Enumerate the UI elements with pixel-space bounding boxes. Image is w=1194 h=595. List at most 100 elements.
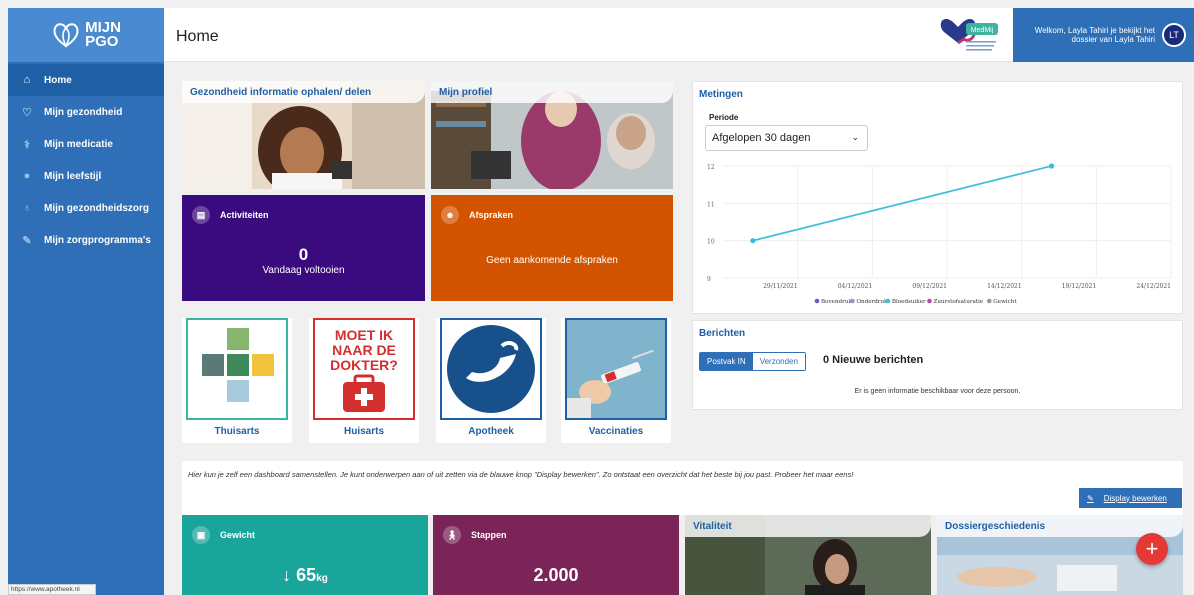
link-label: Huisarts	[343, 426, 384, 437]
x-tick-label: 09/12/2021	[912, 283, 947, 290]
apple-icon: ●	[23, 170, 31, 182]
stethoscope-icon: ♁	[22, 202, 32, 214]
sidebar-item-zorgprogrammas[interactable]: ✎ Mijn zorgprogramma's	[8, 224, 164, 256]
gewicht-value: ↓ 65kg	[182, 565, 428, 586]
info-text: Hier kun je zelf een dashboard samenstel…	[188, 470, 854, 479]
tab-verzonden[interactable]: Verzonden	[752, 353, 805, 370]
legend-label: Onderdruk	[856, 299, 888, 305]
y-tick-label: 9	[707, 276, 711, 283]
sidebar-item-label: Mijn zorgprogramma's	[44, 234, 151, 246]
status-bar-url: https://www.apotheek.nl	[8, 584, 96, 595]
tile-gezondheid-info[interactable]: Gezondheid informatie ophalen/ delen	[182, 81, 425, 189]
afspraken-sub: Geen aankomende afspraken	[486, 255, 618, 266]
legend-label: Gewicht	[993, 299, 1017, 305]
logo-text: MIJN PGO	[85, 20, 121, 50]
message-count: 0 Nieuwe berichten	[823, 354, 924, 366]
home-icon: ⌂	[23, 74, 31, 86]
logo-icon	[53, 23, 79, 48]
display-bewerken-button[interactable]: ✎ Display bewerken	[1079, 488, 1182, 508]
tile-title: Gewicht	[220, 530, 256, 540]
x-tick-label: 29/11/2021	[763, 283, 798, 290]
tile-stappen[interactable]: 🚶︎ Stappen 2.000	[433, 515, 679, 595]
tile-vitaliteit[interactable]: Vitaliteit	[685, 515, 931, 595]
link-label: Vaccinaties	[588, 426, 644, 437]
chevron-down-icon: ⌄	[851, 132, 859, 142]
link-huisarts[interactable]: MOET IK NAAR DE DOKTER? Huisarts	[309, 318, 419, 443]
huisarts-line1: MOET IK	[335, 327, 393, 343]
metingen-panel: Metingen Periode Afgelopen 30 dagen ⌄ 9 1…	[692, 81, 1183, 314]
sidebar-item-gezondheidszorg[interactable]: ♁ Mijn gezondheidszorg	[8, 192, 164, 224]
heart-icon: ♡	[22, 106, 32, 119]
y-tick-label: 11	[707, 201, 715, 208]
legend-swatch	[814, 298, 820, 304]
tile-activiteiten[interactable]: ▤ Activiteiten 0 Vandaag voltooien	[182, 195, 425, 301]
data-point	[1048, 163, 1055, 169]
tab-postvak-in[interactable]: Postvak IN	[700, 353, 753, 370]
tile-caption: Gezondheid informatie ophalen/ delen	[182, 81, 425, 103]
page-title: Home	[176, 28, 219, 45]
program-icon: ✎	[22, 234, 32, 247]
gewicht-number: 65	[296, 565, 317, 585]
app-logo[interactable]: MIJN PGO	[8, 8, 164, 62]
tile-title: Afspraken	[469, 210, 514, 220]
legend-swatch	[927, 298, 932, 304]
legend-label: Bovendruk	[821, 299, 852, 305]
tile-afspraken[interactable]: ☻ Afspraken Geen aankomende afspraken	[431, 195, 673, 301]
legend-label: Zuurstofsaturatie	[933, 299, 983, 305]
add-button[interactable]: +	[1136, 533, 1168, 565]
x-tick-label: 14/12/2021	[987, 283, 1022, 290]
apotheek-logo	[440, 318, 542, 420]
periode-label: Periode	[709, 113, 739, 122]
y-tick-label: 10	[707, 239, 715, 246]
sidebar: MIJN PGO ⌂ Home ♡ Mijn gezondheid ⚕ Mijn…	[8, 8, 164, 595]
x-tick-label: 19/12/2021	[1062, 283, 1097, 290]
avatar[interactable]: LT	[1162, 23, 1186, 47]
link-thuisarts[interactable]: Thuisarts	[182, 318, 292, 443]
sidebar-item-medicatie[interactable]: ⚕ Mijn medicatie	[8, 128, 164, 160]
huisarts-logo: MOET IK NAAR DE DOKTER?	[313, 318, 415, 420]
x-tick-label: 04/12/2021	[838, 283, 873, 290]
tile-caption: Vitaliteit	[685, 515, 931, 537]
sidebar-item-label: Mijn gezondheidszorg	[44, 202, 149, 214]
legend-swatch	[987, 298, 992, 304]
walking-icon: 🚶︎	[443, 526, 461, 544]
welcome-text: Welkom, Layla Tahiri je bekijkt het doss…	[1034, 26, 1155, 44]
periode-value: Afgelopen 30 dagen	[712, 132, 811, 144]
tile-caption: Mijn profiel	[431, 81, 673, 103]
link-apotheek[interactable]: Apotheek	[436, 318, 546, 443]
tile-gewicht[interactable]: ▣ Gewicht ↓ 65kg	[182, 515, 428, 595]
tile-mijn-profiel[interactable]: Mijn profiel	[431, 81, 673, 189]
gewicht-unit: kg	[316, 573, 328, 584]
vaccinatie-image	[565, 318, 667, 420]
stappen-value: 2.000	[533, 565, 579, 585]
legend-label: Bloedsuiker	[892, 299, 926, 305]
huisarts-line2: NAAR DE	[332, 342, 396, 358]
tile-header: 🚶︎ Stappen	[443, 526, 507, 544]
button-label: Display bewerken	[1103, 493, 1167, 503]
pencil-icon: ✎	[1087, 493, 1094, 503]
medmij-logo: MedMij	[940, 19, 998, 51]
brand-name: MedMij	[971, 27, 994, 34]
calendar-icon: ▤	[192, 206, 210, 224]
y-tick-label: 12	[707, 164, 715, 171]
sidebar-item-label: Mijn gezondheid	[44, 106, 123, 118]
metingen-title: Metingen	[699, 89, 743, 100]
logo-line2: PGO	[85, 33, 119, 50]
people-icon: ☻	[441, 206, 459, 224]
huisarts-line3: DOKTER?	[330, 357, 398, 373]
periode-select[interactable]: Afgelopen 30 dagen ⌄	[705, 125, 868, 151]
link-vaccinaties[interactable]: Vaccinaties	[561, 318, 671, 443]
sidebar-item-gezondheid[interactable]: ♡ Mijn gezondheid	[8, 96, 164, 128]
pills-icon: ⚕	[24, 138, 30, 151]
legend-swatch	[850, 298, 855, 304]
tile-header: ▣ Gewicht	[192, 526, 255, 544]
link-label: Thuisarts	[214, 426, 260, 437]
plus-icon: +	[1145, 536, 1159, 561]
sidebar-item-label: Home	[44, 74, 72, 86]
tile-header: ☻ Afspraken	[441, 206, 513, 224]
sidebar-item-home[interactable]: ⌂ Home	[8, 64, 164, 96]
welcome-box: Welkom, Layla Tahiri je bekijkt het doss…	[1013, 8, 1194, 62]
sidebar-item-leefstijl[interactable]: ● Mijn leefstijl	[8, 160, 164, 192]
berichten-title: Berichten	[699, 328, 746, 339]
activiteiten-count: 0	[298, 245, 309, 264]
